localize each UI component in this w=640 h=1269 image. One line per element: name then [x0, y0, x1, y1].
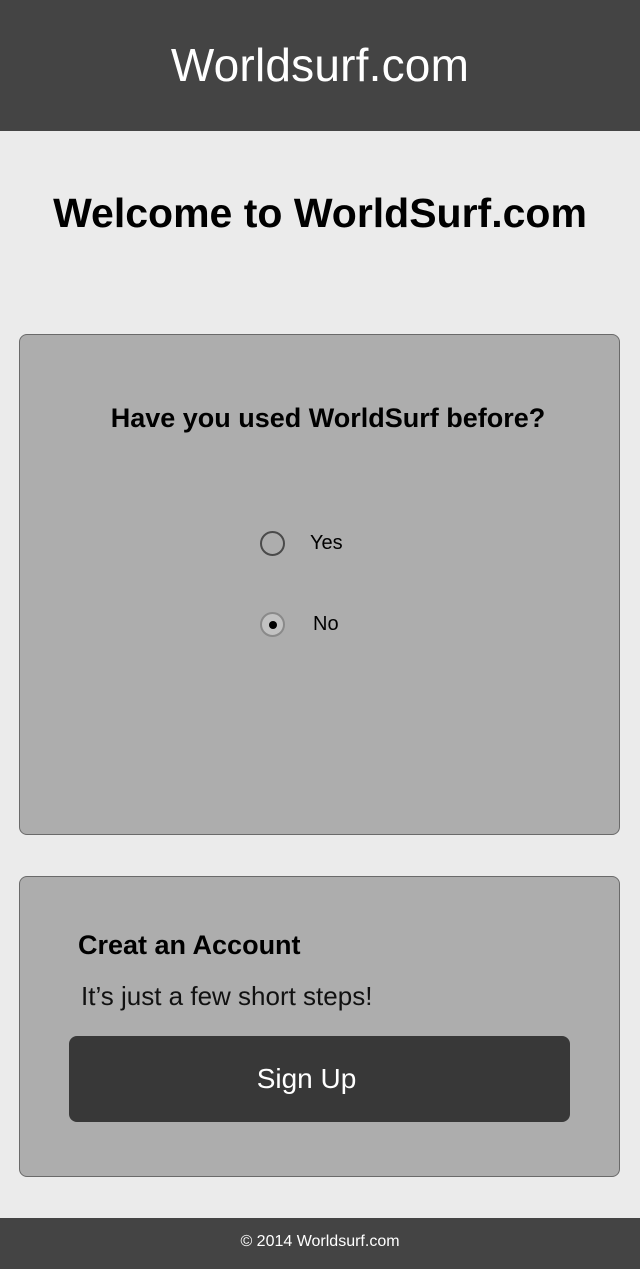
- radio-unchecked-icon[interactable]: [260, 531, 285, 556]
- radio-label-no: No: [313, 613, 339, 635]
- radio-checked-icon[interactable]: [260, 612, 285, 637]
- site-footer: © 2014 Worldsurf.com: [0, 1218, 640, 1269]
- radio-label-yes: Yes: [310, 532, 343, 554]
- copyright-text: © 2014 Worldsurf.com: [240, 1233, 400, 1250]
- sign-up-button[interactable]: Sign Up: [69, 1036, 570, 1122]
- create-account-subtitle: It’s just a few short steps!: [81, 981, 373, 1011]
- welcome-heading: Welcome to WorldSurf.com: [53, 190, 587, 236]
- create-account-card: Creat an Account It’s just a few short s…: [19, 876, 620, 1177]
- returning-user-card: Have you used WorldSurf before? Yes No: [19, 334, 620, 835]
- question-text: Have you used WorldSurf before?: [110, 403, 546, 433]
- page: Worldsurf.com Welcome to WorldSurf.com H…: [0, 0, 640, 1269]
- radio-option-no[interactable]: No: [260, 612, 339, 637]
- site-header: Worldsurf.com: [0, 0, 640, 131]
- site-title[interactable]: Worldsurf.com: [171, 38, 469, 92]
- create-account-title: Creat an Account: [78, 930, 301, 960]
- radio-dot-icon: [268, 620, 277, 629]
- radio-option-yes[interactable]: Yes: [260, 531, 343, 556]
